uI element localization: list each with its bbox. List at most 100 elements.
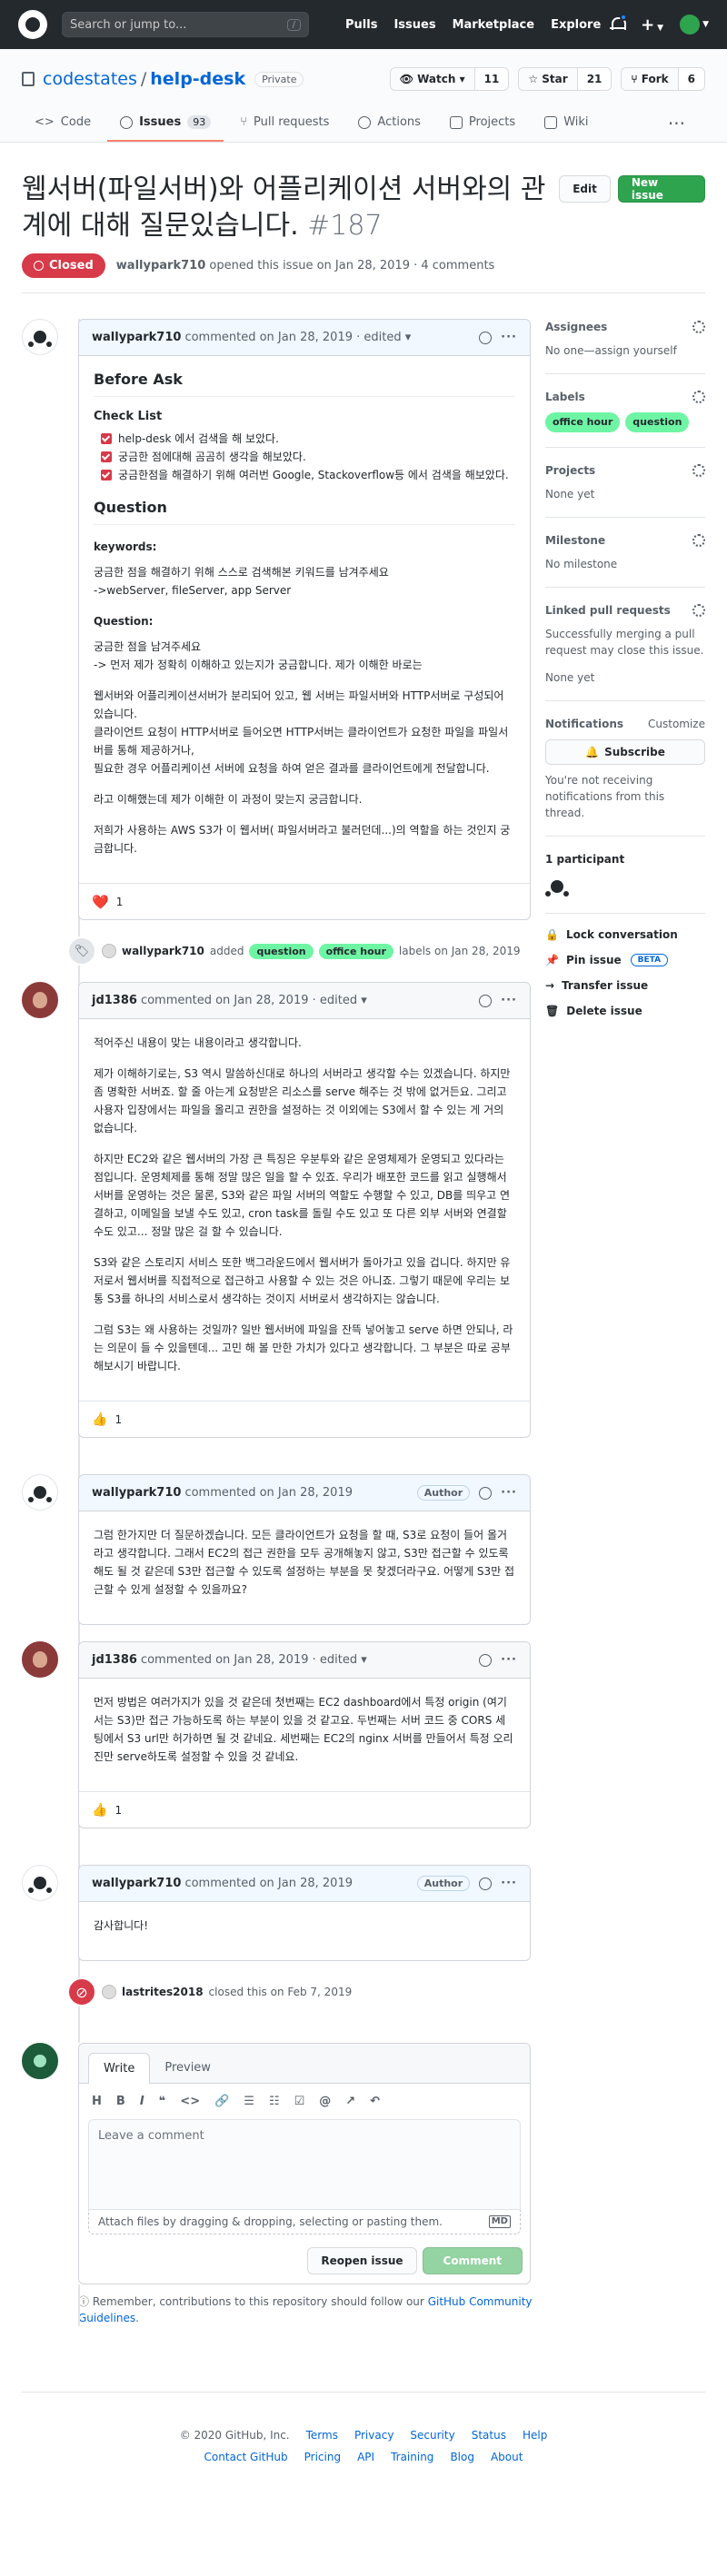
event-user[interactable]: lastrites2018: [122, 1986, 204, 1998]
comment-author[interactable]: wallypark710: [92, 331, 181, 344]
comment-author[interactable]: wallypark710: [92, 1877, 181, 1890]
footer-link-pricing[interactable]: Pricing: [304, 2451, 341, 2463]
footer-link-help[interactable]: Help: [523, 2429, 547, 2442]
reaction-smile-icon[interactable]: [479, 1486, 493, 1500]
nav-issues[interactable]: Issues: [393, 18, 435, 32]
pin-issue-button[interactable]: 📌 Pin issue BETA: [545, 954, 705, 966]
gear-icon[interactable]: [692, 391, 705, 403]
gear-icon[interactable]: [692, 534, 705, 547]
lock-conversation-button[interactable]: 🔒 Lock conversation: [545, 928, 705, 941]
search-input[interactable]: Search or jump to... /: [62, 12, 309, 37]
user-menu[interactable]: ▼: [680, 15, 709, 35]
link-icon[interactable]: 🔗: [214, 2095, 229, 2108]
bold-icon[interactable]: B: [116, 2095, 125, 2108]
code-icon[interactable]: <>: [180, 2095, 200, 2108]
checkbox[interactable]: [101, 451, 112, 462]
nav-explore[interactable]: Explore: [551, 18, 601, 32]
comment-author[interactable]: jd1386: [92, 1653, 137, 1667]
kebab-menu-icon[interactable]: ···: [501, 994, 517, 1007]
nav-marketplace[interactable]: Marketplace: [453, 18, 535, 32]
footer-link-terms[interactable]: Terms: [306, 2429, 338, 2442]
customize-link[interactable]: Customize: [648, 716, 705, 732]
bell-icon[interactable]: [610, 14, 628, 33]
kebab-menu-icon[interactable]: ···: [501, 331, 517, 344]
reaction-thumbs-up[interactable]: 👍 1: [92, 1412, 122, 1427]
comment-author[interactable]: wallypark710: [92, 1486, 181, 1500]
avatar[interactable]: [22, 1641, 58, 1678]
repo-owner-link[interactable]: codestates: [43, 69, 137, 89]
avatar[interactable]: [22, 2043, 58, 2079]
reaction-smile-icon[interactable]: [479, 994, 493, 1007]
tab-issues[interactable]: Issues 93: [107, 107, 224, 142]
label-question[interactable]: question: [249, 943, 314, 959]
fork-button[interactable]: ⑂ Fork 6: [621, 67, 705, 91]
fork-count[interactable]: 6: [678, 68, 704, 90]
comment-author[interactable]: jd1386: [92, 994, 137, 1007]
checkbox[interactable]: [101, 433, 112, 444]
star-count[interactable]: 21: [577, 68, 612, 90]
tab-preview[interactable]: Preview: [150, 2053, 225, 2083]
avatar[interactable]: [22, 1474, 58, 1511]
avatar[interactable]: [22, 1865, 58, 1901]
tab-write[interactable]: Write: [88, 2053, 151, 2084]
gear-icon[interactable]: [692, 464, 705, 477]
mention-icon[interactable]: @: [319, 2095, 331, 2108]
github-logo-icon[interactable]: [18, 10, 47, 39]
comment-button[interactable]: Comment: [422, 2247, 523, 2274]
create-new-dropdown[interactable]: + ▼: [641, 15, 663, 35]
tab-pull-requests[interactable]: ⑂ Pull requests: [227, 107, 342, 142]
reopen-issue-button[interactable]: Reopen issue: [307, 2247, 417, 2274]
label-office-hour[interactable]: office hour: [318, 943, 393, 959]
kebab-menu-icon[interactable]: ···: [501, 1486, 517, 1500]
watch-button[interactable]: 👁 Watch ▾ 11: [389, 67, 510, 91]
footer-link-api[interactable]: API: [357, 2451, 374, 2463]
footer-link-blog[interactable]: Blog: [450, 2451, 474, 2463]
label-question[interactable]: question: [625, 412, 690, 432]
tab-code[interactable]: <> Code: [22, 107, 104, 142]
reference-icon[interactable]: ↗: [345, 2095, 355, 2108]
tab-projects[interactable]: Projects: [437, 107, 528, 142]
avatar[interactable]: [22, 319, 58, 355]
event-user[interactable]: wallypark710: [122, 945, 204, 957]
new-issue-button[interactable]: New issue: [617, 175, 705, 203]
repo-name-link[interactable]: help-desk: [150, 69, 245, 89]
nav-pulls[interactable]: Pulls: [345, 18, 377, 32]
header-icon[interactable]: H: [92, 2095, 102, 2108]
footer-link-status[interactable]: Status: [472, 2429, 506, 2442]
footer-link-training[interactable]: Training: [391, 2451, 433, 2463]
gear-icon[interactable]: [692, 604, 705, 617]
attach-files-area[interactable]: Attach files by dragging & dropping, sel…: [88, 2210, 521, 2234]
kebab-menu-icon[interactable]: ···: [501, 1877, 517, 1890]
issue-author[interactable]: wallypark710: [116, 259, 205, 272]
transfer-issue-button[interactable]: → Transfer issue: [545, 979, 705, 992]
star-button[interactable]: ☆ Star 21: [518, 67, 612, 91]
gear-icon[interactable]: [692, 321, 705, 333]
edit-button[interactable]: Edit: [559, 175, 611, 203]
avatar[interactable]: [22, 982, 58, 1018]
checkbox[interactable]: [101, 470, 112, 481]
reaction-smile-icon[interactable]: [479, 1653, 493, 1667]
reaction-smile-icon[interactable]: [479, 1877, 493, 1890]
quote-icon[interactable]: ❝: [159, 2095, 166, 2108]
avatar[interactable]: [545, 875, 569, 898]
task-list-icon[interactable]: ☑: [294, 2095, 305, 2108]
tab-actions[interactable]: Actions: [345, 107, 433, 142]
more-icon[interactable]: ···: [668, 107, 705, 142]
comment-textarea[interactable]: Leave a comment: [88, 2119, 521, 2210]
ordered-list-icon[interactable]: ☷: [269, 2095, 280, 2108]
tab-wiki[interactable]: Wiki: [532, 107, 601, 142]
avatar[interactable]: [102, 944, 116, 958]
avatar[interactable]: [102, 1985, 116, 1999]
kebab-menu-icon[interactable]: ···: [501, 1653, 517, 1667]
reaction-thumbs-up[interactable]: 👍 1: [92, 1803, 122, 1818]
footer-link-security[interactable]: Security: [410, 2429, 454, 2442]
footer-link-about[interactable]: About: [491, 2451, 523, 2463]
italic-icon[interactable]: I: [140, 2095, 144, 2108]
footer-link-contact[interactable]: Contact GitHub: [204, 2451, 288, 2463]
reaction-heart[interactable]: ❤️ 1: [92, 894, 123, 910]
delete-issue-button[interactable]: 🗑 Delete issue: [545, 1005, 705, 1017]
reaction-smile-icon[interactable]: [479, 331, 493, 344]
footer-link-privacy[interactable]: Privacy: [354, 2429, 393, 2442]
watch-count[interactable]: 11: [474, 68, 509, 90]
reply-icon[interactable]: ↶: [370, 2095, 380, 2108]
